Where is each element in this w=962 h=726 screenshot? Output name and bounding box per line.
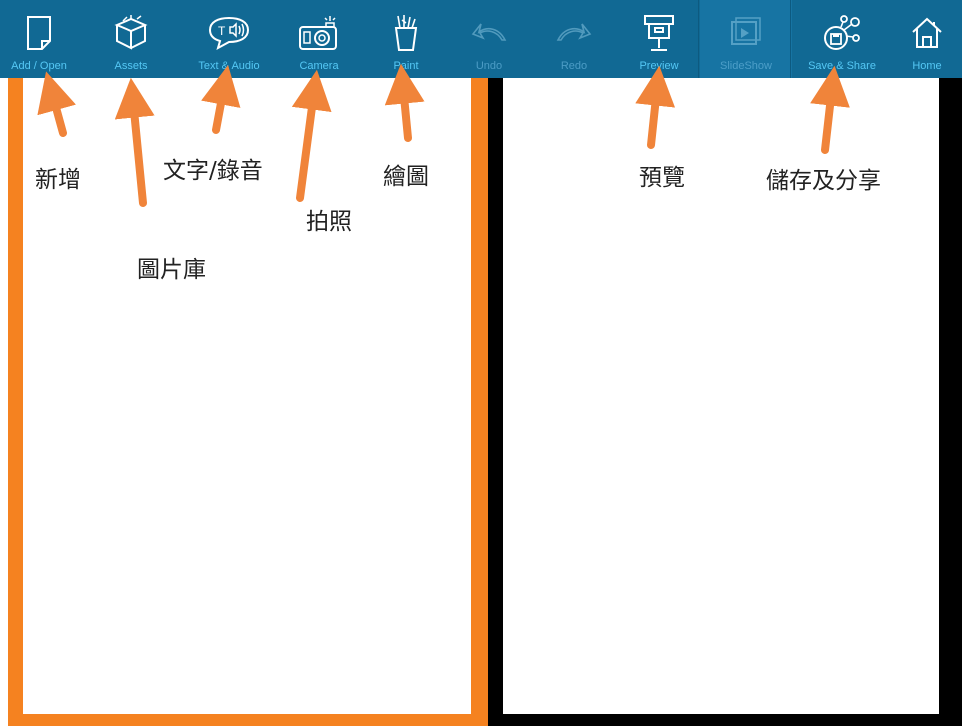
share-network-icon [822,14,862,52]
home-icon [910,14,944,52]
projector-icon [641,14,677,52]
right-page-frame [488,78,962,726]
paint-button[interactable]: Paint [364,0,448,78]
paint-cup-icon [392,14,420,52]
annotation-add: 新增 [35,167,81,193]
annotation-camera: 拍照 [306,209,352,235]
assets-label: Assets [114,60,148,72]
top-toolbar: Add / Open Assets T Text & Audio Camera … [0,0,962,79]
text-audio-button[interactable]: T Text & Audio [184,0,274,78]
speech-bubble-icon: T [206,14,252,52]
toolbar-divider [698,0,699,78]
undo-icon [469,14,509,52]
slideshow-icon [728,14,764,52]
add-open-button[interactable]: Add / Open [0,0,78,78]
left-edge [0,78,8,726]
annotation-preview: 預覽 [639,165,685,191]
redo-label: Redo [560,60,588,72]
text-audio-label: Text & Audio [198,60,260,72]
annotation-paint: 繪圖 [383,164,429,190]
annotation-assets: 圖片庫 [137,257,206,283]
toolbar-divider [790,0,791,78]
add-open-label: Add / Open [11,60,67,72]
camera-icon [296,14,342,52]
slideshow-button[interactable]: SlideShow [700,0,792,78]
annotation-text-audio: 文字/錄音 [163,158,263,184]
document-icon [25,14,53,52]
home-button[interactable]: Home [892,0,962,78]
box-icon [113,14,149,52]
redo-icon [554,14,594,52]
annotation-save-share: 儲存及分享 [766,168,881,194]
paint-label: Paint [393,60,419,72]
svg-text:T: T [218,24,226,38]
slideshow-label: SlideShow [720,60,772,72]
undo-button[interactable]: Undo [448,0,530,78]
save-share-button[interactable]: Save & Share [792,0,892,78]
save-share-label: Save & Share [808,60,876,72]
redo-button[interactable]: Redo [530,0,618,78]
camera-button[interactable]: Camera [274,0,364,78]
assets-button[interactable]: Assets [78,0,184,78]
undo-label: Undo [475,60,503,72]
preview-label: Preview [639,60,679,72]
camera-label: Camera [299,60,339,72]
preview-button[interactable]: Preview [618,0,700,78]
home-label: Home [912,60,942,72]
